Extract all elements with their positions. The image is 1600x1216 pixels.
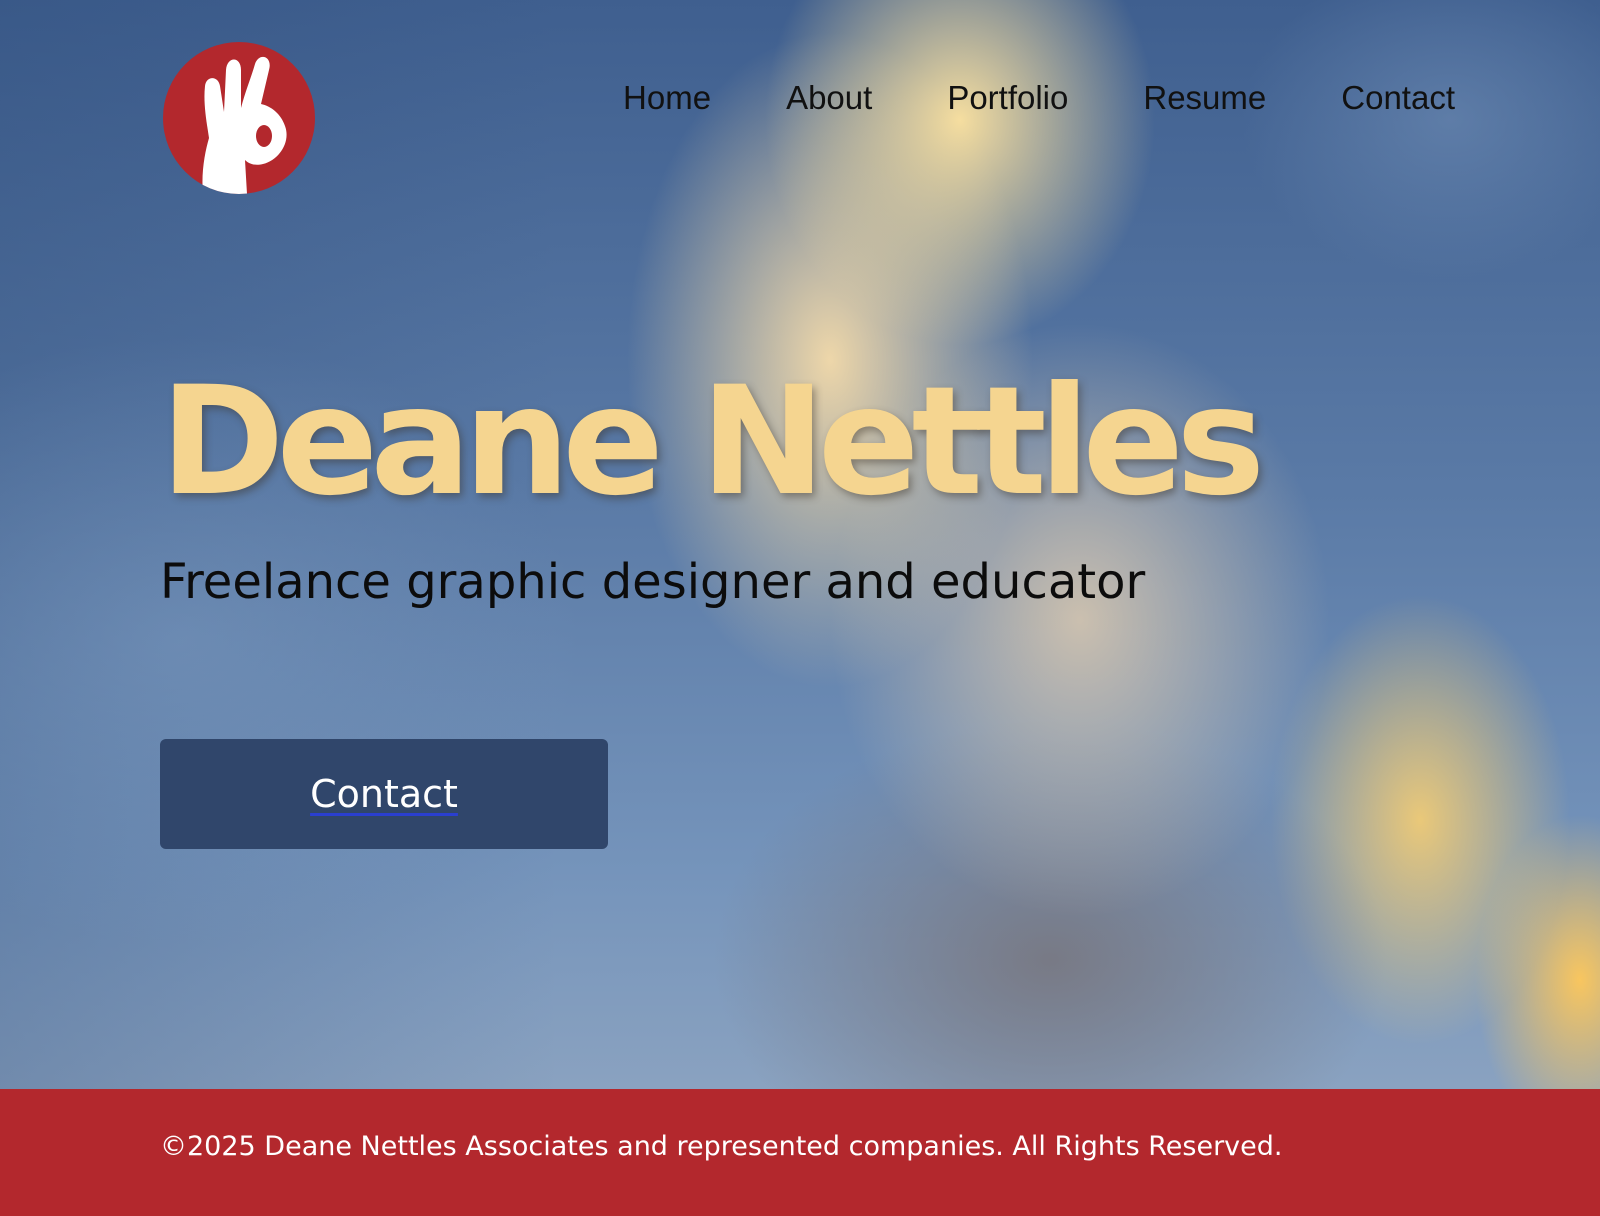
nav-item-contact[interactable]: Contact <box>1341 76 1455 120</box>
copyright-text: ©2025 Deane Nettles Associates and repre… <box>160 1131 1283 1162</box>
hero-section: Home About Portfolio Resume Contact Dean… <box>0 0 1600 1089</box>
nav-item-portfolio[interactable]: Portfolio <box>947 76 1068 120</box>
main-nav: Home About Portfolio Resume Contact <box>548 76 1455 120</box>
hero-subtitle: Freelance graphic designer and educator <box>160 554 1146 610</box>
page: Home About Portfolio Resume Contact Dean… <box>0 0 1600 1216</box>
hero-title: Deane Nettles <box>160 355 1265 529</box>
contact-button-label[interactable]: Contact <box>310 772 458 816</box>
footer: ©2025 Deane Nettles Associates and repre… <box>0 1089 1600 1216</box>
nav-item-home[interactable]: Home <box>623 76 711 120</box>
ok-hand-icon <box>202 56 287 194</box>
nav-item-about[interactable]: About <box>786 76 872 120</box>
site-logo[interactable] <box>163 42 315 194</box>
contact-button[interactable]: Contact <box>160 739 608 849</box>
nav-item-resume[interactable]: Resume <box>1143 76 1266 120</box>
